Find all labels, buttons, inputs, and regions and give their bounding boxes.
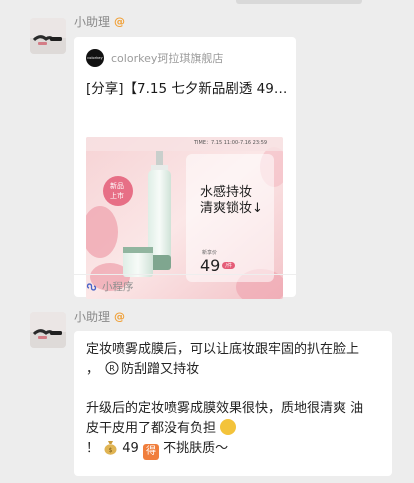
mention-badge: @ (114, 15, 126, 28)
sender-label: 小助理 (74, 15, 111, 29)
avatar-image (30, 312, 66, 348)
message-text: 49 (118, 441, 143, 456)
top-bar-edge (236, 0, 362, 4)
new-badge-line2: 上市 (110, 192, 124, 200)
message-line: ！ $ 49 得 不挑肤质～ (86, 439, 380, 460)
card-source: colorkey珂拉琪旗舰店 (111, 52, 224, 65)
message-text: ， (86, 362, 100, 377)
card-header: colorkey colorkey珂拉琪旗舰店 (86, 49, 223, 67)
svg-text:$: $ (109, 447, 113, 454)
promo-time: TIME：7.15 11:00-7.16 23:59 (194, 140, 268, 146)
message-text: 皮干皮用了都没有负担 (86, 421, 217, 436)
mini-program-label: 小程序 (102, 280, 134, 293)
message-text: 不挑肤质～ (158, 441, 229, 456)
mini-program-card[interactable]: colorkey colorkey珂拉琪旗舰店 [分享]【7.15 七夕新品剧透… (74, 37, 296, 299)
message-line: 升级后的定妆喷雾成膜效果很快，质地很清爽 油 (86, 401, 364, 416)
avatar[interactable] (30, 312, 66, 348)
sender-name: 小助理 @ (74, 308, 125, 325)
avatar-image (30, 18, 66, 54)
message-text: ！ (86, 441, 100, 456)
mention-badge: @ (114, 310, 126, 323)
message-line: ， R 防刮蹭又持妆 (86, 360, 380, 380)
sender-name: 小助理 @ (74, 13, 125, 30)
message-line: 定妆喷雾成膜后，可以让底妆跟牢固的扒在脸上 (86, 342, 360, 357)
sender-label: 小助理 (74, 310, 111, 324)
text-message-bubble[interactable]: 定妆喷雾成膜后，可以让底妆跟牢固的扒在脸上 ， R 防刮蹭又持妆 升级后的定妆喷… (74, 331, 392, 476)
price-label: 新享价 (202, 250, 218, 256)
new-badge-line1: 新品 (110, 182, 124, 190)
mini-program-icon (86, 282, 97, 291)
get-deal-icon: 得 (142, 444, 159, 460)
brand-logo: colorkey (86, 49, 104, 67)
price-value: 49 (200, 256, 221, 275)
message-text: 防刮蹭又持妆 (121, 362, 200, 377)
money-bag-icon: $ (104, 441, 117, 455)
avatar[interactable] (30, 18, 66, 54)
price-unit: /件 (222, 262, 236, 269)
promo-price: 49 /件 (200, 256, 236, 275)
message-line: 皮干皮用了都没有负担 (86, 419, 380, 439)
svg-text:R: R (109, 364, 115, 373)
card-footer: 小程序 (74, 274, 296, 297)
card-title: [分享]【7.15 七夕新品剧透 49… (86, 81, 286, 97)
registered-mark-icon: R (105, 361, 119, 375)
relieved-face-emoji-icon (220, 419, 237, 435)
promo-headline-2: 清爽锁妆↓ (200, 201, 263, 216)
